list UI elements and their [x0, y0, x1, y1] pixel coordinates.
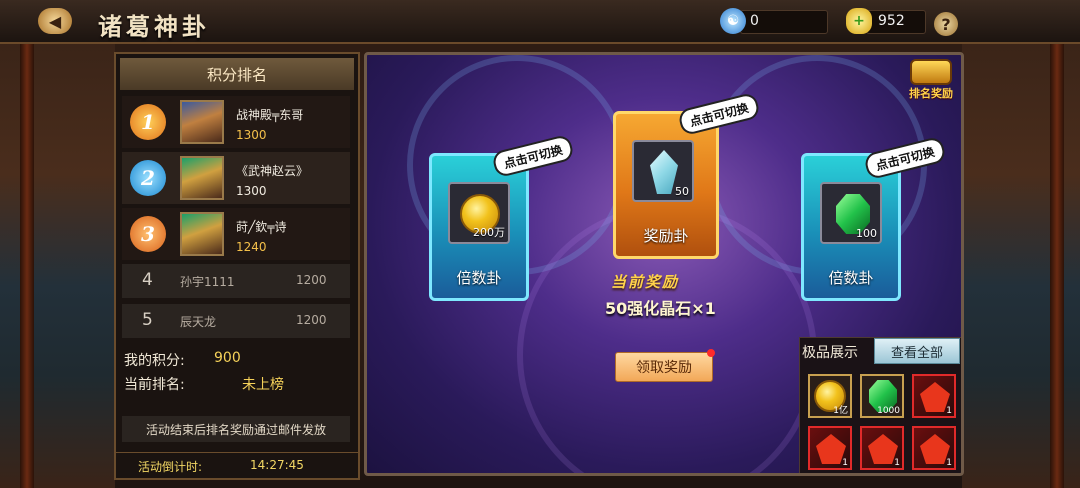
rank-name: 《武神赵云》 [236, 164, 309, 178]
my-rank-value: 未上榜 [242, 377, 284, 393]
countdown-value: 14:27:45 [250, 458, 304, 472]
rank-row-1[interactable]: 1 战神殿╤东哥 1300 [122, 96, 350, 148]
rank-row-4[interactable]: 4 孙宇1111 1200 [122, 264, 350, 298]
item-qty: 1 [946, 458, 952, 468]
back-arrow-icon: ◀ [48, 11, 62, 31]
rank-name: 莳╱欽╤诗 [236, 220, 287, 234]
countdown: 活动倒计时: 14:27:45 [116, 452, 358, 478]
rank-score: 1200 [296, 313, 327, 327]
rank-score: 1200 [296, 273, 327, 287]
item-qty: 1 [946, 406, 952, 416]
page-title: 诸葛神卦 [98, 12, 210, 41]
rank-name: 辰天龙 [180, 315, 217, 329]
showcase-item[interactable]: 1000 [860, 374, 904, 418]
rank-2-medal-icon: 2 [130, 160, 166, 196]
rank-number: 5 [142, 310, 153, 330]
gold-currency-value: 952 [878, 13, 905, 29]
card-name: 奖励卦 [643, 227, 689, 245]
showcase-title: 极品展示 [802, 345, 858, 361]
item-qty: 1亿 [833, 406, 848, 416]
taiji-icon: ☯ [720, 8, 746, 34]
rank-score: 1300 [236, 128, 267, 142]
player-portrait [180, 156, 224, 200]
my-rank-label: 当前排名: [124, 377, 185, 393]
background-scenery-left [0, 40, 115, 488]
rank-name: 战神殿╤东哥 [236, 108, 304, 122]
rank-row-5[interactable]: 5 辰天龙 1200 [122, 304, 350, 338]
showcase-item[interactable]: 1 [808, 426, 852, 470]
rank-3-medal-icon: 3 [130, 216, 166, 252]
rank-name: 孙宇1111 [180, 275, 235, 289]
reward-qty: 200万 [473, 226, 505, 239]
reward-slot: 50 [632, 140, 694, 202]
crystal-icon [650, 150, 678, 194]
rank-row-3[interactable]: 3 莳╱欽╤诗 1240 [122, 208, 350, 260]
card-name: 倍数卦 [456, 269, 502, 287]
rank-reward-button[interactable]: 排名奖励 [901, 57, 961, 107]
reward-slot: 100 [820, 182, 882, 244]
claim-reward-button[interactable]: 领取奖励 [615, 352, 713, 382]
current-reward-label: 当前奖励 [611, 273, 680, 291]
rank-number: 4 [142, 270, 153, 290]
rank-reward-label: 排名奖励 [909, 87, 953, 100]
premium-showcase: 极品展示 查看全部 1亿 1000 1 1 1 1 [799, 337, 961, 473]
player-portrait [180, 212, 224, 256]
rank-1-medal-icon: 1 [130, 104, 166, 140]
item-qty: 1 [842, 458, 848, 468]
reward-slot: 200万 [448, 182, 510, 244]
reward-card-center[interactable]: 50 奖励卦 [613, 111, 719, 259]
taiji-currency-value: 0 [750, 13, 759, 29]
rank-score: 1300 [236, 184, 267, 198]
multiplier-card-left[interactable]: 200万 倍数卦 [429, 153, 529, 301]
divination-panel: 排名奖励 200万 倍数卦 点击可切换 50 奖励卦 点击可切换 100 倍数卦… [364, 52, 964, 476]
question-icon: ? [941, 14, 951, 34]
showcase-item[interactable]: 1 [860, 426, 904, 470]
notification-dot [707, 349, 715, 357]
showcase-item[interactable]: 1亿 [808, 374, 852, 418]
treasure-chest-icon [910, 59, 952, 85]
red-pillar [20, 40, 34, 488]
card-name: 倍数卦 [828, 269, 874, 287]
player-portrait [180, 100, 224, 144]
reward-notice: 活动结束后排名奖励通过邮件发放 [122, 416, 350, 442]
ranking-panel: 积分排名 1 战神殿╤东哥 1300 2 《武神赵云》 1300 3 莳╱欽╤诗… [114, 52, 360, 480]
my-score-value: 900 [214, 350, 241, 366]
reward-qty: 100 [856, 227, 877, 240]
help-button[interactable]: ? [934, 12, 958, 36]
rank-score: 1240 [236, 240, 267, 254]
item-qty: 1 [894, 458, 900, 468]
my-score-label: 我的积分: [124, 353, 185, 369]
current-reward-item: 50强化晶石×1 [605, 299, 716, 318]
gold-ingot-icon: + [846, 8, 872, 34]
item-qty: 1000 [877, 406, 900, 416]
view-all-button[interactable]: 查看全部 [874, 338, 960, 364]
showcase-item[interactable]: 1 [912, 426, 956, 470]
rank-row-2[interactable]: 2 《武神赵云》 1300 [122, 152, 350, 204]
countdown-label: 活动倒计时: [138, 460, 203, 474]
top-bar: ◀ 诸葛神卦 ☯ 0 + 952 ? [0, 0, 1080, 44]
showcase-item[interactable]: 1 [912, 374, 956, 418]
reward-qty: 50 [675, 185, 689, 198]
back-button[interactable]: ◀ [38, 8, 72, 34]
ranking-title: 积分排名 [120, 58, 354, 90]
red-pillar [1050, 40, 1064, 488]
